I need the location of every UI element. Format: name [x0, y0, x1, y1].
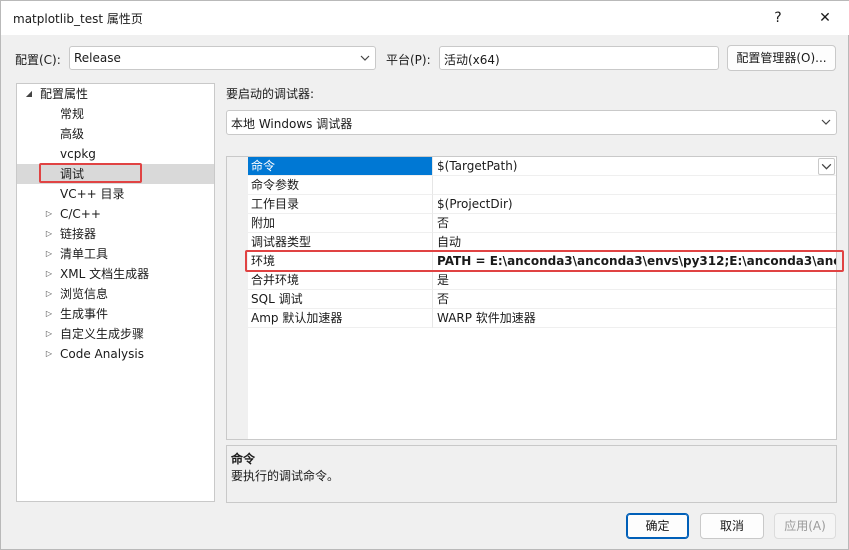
tree-item[interactable]: ▷ 链接器 — [17, 224, 214, 244]
window-title: matplotlib_test 属性页 — [13, 12, 143, 26]
debugger-label: 要启动的调试器: — [226, 87, 315, 101]
tree-item[interactable]: vcpkg — [17, 144, 214, 164]
tree-root-label: 配置属性 — [40, 87, 89, 101]
tree-item-label: 清单工具 — [60, 247, 109, 261]
property-grid: 命令 $(TargetPath) 命令参数 工作目录 $(ProjectDir) 附加否调… — [226, 156, 837, 440]
property-value[interactable]: 是 — [433, 271, 836, 290]
title-bar: matplotlib_test 属性页 ? ✕ — [1, 1, 849, 35]
tree-item[interactable]: ▷ 自定义生成步骤 — [17, 324, 214, 344]
tree-item[interactable]: ▷ 浏览信息 — [17, 284, 214, 304]
tree-item[interactable]: 常规 — [17, 104, 214, 124]
property-name: 环境 — [248, 252, 433, 271]
platform-select[interactable]: 活动(x64) — [439, 46, 719, 70]
platform-value: 活动(x64) — [444, 53, 500, 67]
tree-item-label: VC++ 目录 — [60, 187, 125, 201]
config-select[interactable]: Release — [69, 46, 376, 70]
property-row[interactable]: 环境 PATH = E:\anconda3\anconda3\envs\py312… — [248, 252, 836, 271]
property-value[interactable]: 否 — [433, 290, 836, 309]
chevron-down-icon — [821, 163, 832, 170]
help-button[interactable]: ? — [763, 6, 793, 30]
apply-button[interactable]: 应用(A) — [774, 513, 836, 539]
property-pages-dialog: matplotlib_test 属性页 ? ✕ 配置(C): Release 平… — [0, 0, 849, 550]
tree-item[interactable]: 高级 — [17, 124, 214, 144]
ok-button[interactable]: 确定 — [626, 513, 689, 539]
property-value[interactable]: 自动 — [433, 233, 836, 252]
property-row[interactable]: SQL 调试否 — [248, 290, 836, 309]
tree-item-label: 自定义生成步骤 — [60, 327, 145, 341]
property-row[interactable]: 命令参数 — [248, 176, 836, 195]
tree-item-label: vcpkg — [60, 147, 96, 161]
expand-arrow-icon[interactable]: ▷ — [43, 204, 55, 224]
tree-item[interactable]: ▷ 生成事件 — [17, 304, 214, 324]
expand-arrow-icon[interactable]: ▷ — [43, 284, 55, 304]
property-value[interactable]: PATH = E:\anconda3\anconda3\envs\py312;E… — [433, 252, 836, 271]
config-label: 配置(C): — [15, 53, 61, 67]
property-tree: ◢ 配置属性 常规高级 vcpkg 调试 VC++ 目录 ▷ C/C++ ▷ 链接器 ▷ 清单工具… — [16, 83, 215, 502]
property-name: 工作目录 — [248, 195, 433, 214]
tree-item[interactable]: VC++ 目录 — [17, 184, 214, 204]
tree-item[interactable]: ▷ Code Analysis — [17, 344, 214, 364]
chevron-down-icon — [360, 55, 370, 61]
tree-item-label: 生成事件 — [60, 307, 109, 321]
description-panel: 命令 要执行的调试命令。 — [226, 445, 837, 503]
property-value[interactable] — [433, 176, 836, 195]
tree-item-label: 调试 — [60, 167, 85, 181]
description-text: 要执行的调试命令。 — [231, 469, 340, 483]
property-name: 命令参数 — [248, 176, 433, 195]
property-value[interactable]: $(ProjectDir) — [433, 195, 836, 214]
tree-item-label: 浏览信息 — [60, 287, 109, 301]
platform-label: 平台(P): — [386, 53, 431, 67]
expand-arrow-icon[interactable]: ▷ — [43, 244, 55, 264]
property-name: 合并环境 — [248, 271, 433, 290]
config-value: Release — [74, 51, 121, 65]
grid-gutter — [227, 157, 248, 439]
tree-item-label: 高级 — [60, 127, 85, 141]
close-button[interactable]: ✕ — [810, 6, 840, 30]
expand-arrow-icon[interactable]: ▷ — [43, 304, 55, 324]
expand-arrow-icon[interactable]: ▷ — [43, 264, 55, 284]
debugger-value: 本地 Windows 调试器 — [231, 117, 353, 131]
property-row[interactable]: 合并环境是 — [248, 271, 836, 290]
expand-arrow-icon[interactable]: ▷ — [43, 344, 55, 364]
tree-item[interactable]: 调试 — [17, 164, 214, 184]
property-name: 调试器类型 — [248, 233, 433, 252]
tree-item-label: 常规 — [60, 107, 85, 121]
property-name: Amp 默认加速器 — [248, 309, 433, 328]
cancel-button[interactable]: 取消 — [700, 513, 764, 539]
property-value[interactable]: 否 — [433, 214, 836, 233]
value-dropdown-button[interactable] — [818, 158, 835, 175]
tree-item[interactable]: ▷ XML 文档生成器 — [17, 264, 214, 284]
debugger-select[interactable]: 本地 Windows 调试器 — [226, 110, 837, 135]
description-title: 命令 — [231, 452, 256, 466]
property-value[interactable]: WARP 软件加速器 — [433, 309, 836, 328]
property-row[interactable]: 附加否 — [248, 214, 836, 233]
property-name: 附加 — [248, 214, 433, 233]
expand-arrow-icon[interactable]: ▷ — [43, 224, 55, 244]
property-value[interactable]: $(TargetPath) — [433, 157, 836, 176]
tree-item-label: Code Analysis — [60, 347, 144, 361]
chevron-down-icon — [821, 119, 831, 125]
tree-item-label: C/C++ — [60, 207, 101, 221]
expanded-arrow-icon[interactable]: ◢ — [23, 84, 35, 104]
property-name: SQL 调试 — [248, 290, 433, 309]
property-row[interactable]: 命令 $(TargetPath) — [248, 157, 836, 176]
tree-item-label: 链接器 — [60, 227, 97, 241]
config-manager-button[interactable]: 配置管理器(O)... — [727, 45, 836, 71]
tree-root-config-properties[interactable]: ◢ 配置属性 — [17, 84, 214, 104]
property-row[interactable]: Amp 默认加速器 WARP 软件加速器 — [248, 309, 836, 328]
tree-item[interactable]: ▷ C/C++ — [17, 204, 214, 224]
tree-item-label: XML 文档生成器 — [60, 267, 150, 281]
property-name: 命令 — [248, 157, 433, 176]
property-row[interactable]: 调试器类型 自动 — [248, 233, 836, 252]
tree-item[interactable]: ▷ 清单工具 — [17, 244, 214, 264]
expand-arrow-icon[interactable]: ▷ — [43, 324, 55, 344]
property-row[interactable]: 工作目录 $(ProjectDir) — [248, 195, 836, 214]
